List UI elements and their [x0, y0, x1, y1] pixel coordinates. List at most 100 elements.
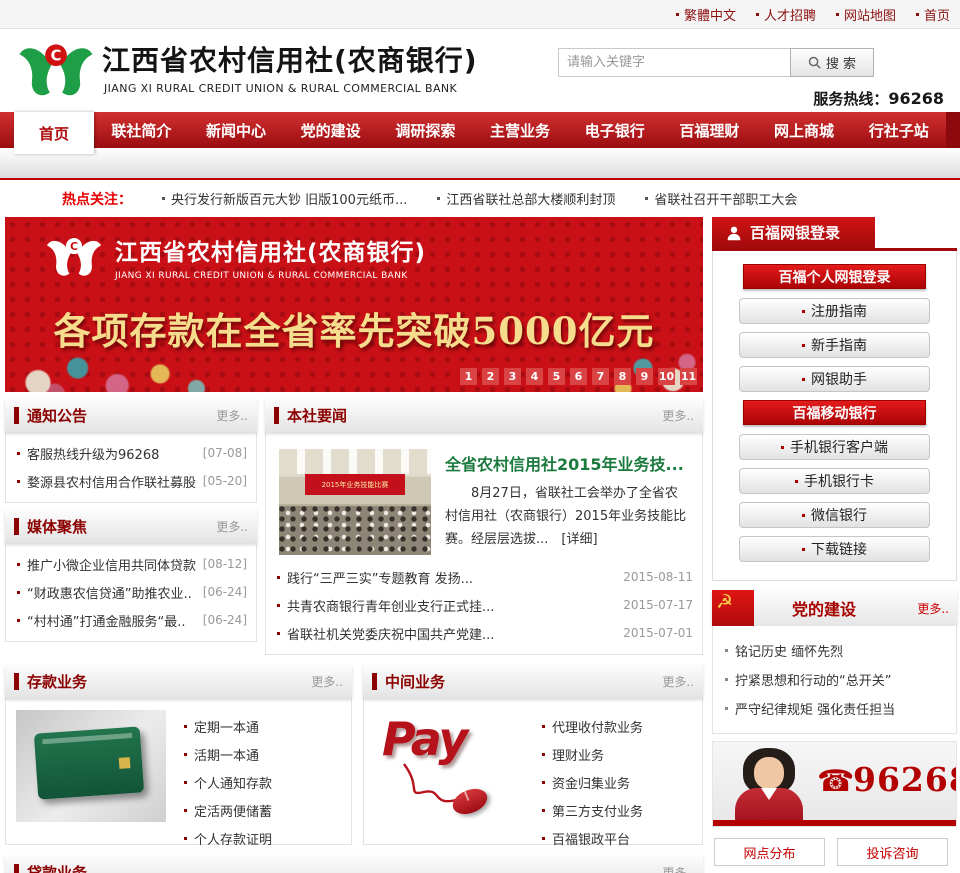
nav-item-about[interactable]: 联社简介 — [94, 112, 189, 148]
nav-item-home[interactable]: 首页 — [14, 112, 94, 154]
hot-topic-text: 江西省联社总部大楼顺利封顶 — [446, 193, 616, 208]
site-header: C 江西省农村信用社(农商银行) JIANG XI RURAL CREDIT U… — [0, 29, 960, 112]
item-text: 个人通知存款 — [194, 776, 273, 792]
section-bar-icon — [274, 406, 279, 424]
bullet-icon — [277, 603, 280, 607]
pager-dot[interactable]: 6 — [570, 368, 587, 385]
bank-logo-white-icon: C — [46, 238, 102, 276]
list-item[interactable]: “财政惠农信贷通”助推农业.. [06-24] — [15, 578, 247, 606]
media-more-link[interactable]: 更多.. — [216, 518, 248, 535]
list-item[interactable]: 共青农商银行青年创业支行正式挂... 2015-07-17 — [275, 591, 693, 619]
list-item[interactable]: 铭记历史 缅怀先烈 — [723, 636, 946, 665]
notice-more-link[interactable]: 更多.. — [216, 407, 248, 424]
pager-dot[interactable]: 1 — [460, 368, 477, 385]
pager-dot[interactable]: 2 — [482, 368, 499, 385]
list-item[interactable]: 推广小微企业信用共同体贷款 [08-12] — [15, 550, 247, 578]
party-more-link[interactable]: 更多.. — [917, 600, 957, 617]
detail-link[interactable]: [详细] — [561, 532, 597, 547]
pager-dot[interactable]: 9 — [636, 368, 653, 385]
search-button[interactable]: 搜 索 — [790, 48, 874, 77]
list-item[interactable]: 百福银政平台 — [540, 824, 692, 852]
bullet-icon — [437, 197, 441, 200]
pager-dot[interactable]: 10 — [658, 368, 675, 385]
banner-pagination: 1 2 3 4 5 6 7 8 9 10 11 — [460, 368, 697, 385]
bullet-icon — [184, 724, 187, 728]
hot-topic-link[interactable]: 江西省联社总部大楼顺利封顶 — [437, 189, 615, 208]
ebank-panel-body: 百福个人网银登录 注册指南 新手指南 网银助手 百福移动银行 手机银行客户端 手… — [712, 251, 957, 581]
bullet-icon — [802, 377, 805, 381]
pager-dot[interactable]: 8 — [614, 368, 631, 385]
toplink-home[interactable]: 首页 — [915, 5, 950, 24]
news-more-link[interactable]: 更多.. — [662, 407, 694, 424]
list-item[interactable]: 严守纪律规矩 强化责任担当 — [723, 694, 946, 723]
ebank-panel-title: 百福网银登录 — [750, 224, 841, 242]
nav-item-ebank[interactable]: 电子银行 — [567, 112, 662, 148]
list-item[interactable]: 省联社机关党委庆祝中国共产党建... 2015-07-01 — [275, 619, 693, 647]
beginner-guide-button[interactable]: 新手指南 — [739, 332, 930, 358]
wechat-bank-button[interactable]: 微信银行 — [739, 502, 930, 528]
hot-topic-link[interactable]: 央行发行新版百元大钞 旧版100元纸币... — [162, 189, 407, 208]
item-text: 百福银政平台 — [552, 832, 631, 848]
toplink-traditional-chinese[interactable]: 繁體中文 — [675, 5, 736, 24]
personal-ebank-login-button[interactable]: 百福个人网银登录 — [743, 264, 926, 289]
nav-endcap — [946, 112, 960, 148]
hero-banner[interactable]: C 江西省农村信用社(农商银行) JIANG XI RURAL CREDIT U… — [5, 217, 703, 392]
featured-news-title[interactable]: 全省农村信用社2015年业务技... — [445, 451, 689, 475]
mobile-bank-card-button[interactable]: 手机银行卡 — [739, 468, 930, 494]
pager-dot[interactable]: 11 — [680, 368, 697, 385]
download-links-button[interactable]: 下载链接 — [739, 536, 930, 562]
list-item[interactable]: “村村通”打通金融服务“最.. [06-24] — [15, 606, 247, 634]
pager-dot[interactable]: 3 — [504, 368, 521, 385]
pager-dot[interactable]: 5 — [548, 368, 565, 385]
list-item[interactable]: 客服热线升级为96268 [07-08] — [15, 439, 247, 467]
featured-news-body: 8月27日，省联社工会举办了全省农村信用社（农商银行）2015年业务技能比赛。经… — [445, 483, 689, 551]
button-label: 手机银行客户端 — [790, 440, 888, 456]
branch-locations-button[interactable]: 网点分布 — [714, 838, 825, 866]
mobile-bank-button[interactable]: 百福移动银行 — [743, 400, 926, 425]
search-bar: 搜 索 — [558, 48, 874, 77]
search-input[interactable] — [558, 48, 790, 77]
news-photo[interactable]: 2015年业务技能比赛 — [279, 449, 431, 555]
bullet-icon — [802, 547, 805, 551]
item-text: 理财业务 — [552, 748, 605, 764]
nav-item-main-business[interactable]: 主营业务 — [473, 112, 568, 148]
ebank-panel-header: 百福网银登录 — [712, 217, 875, 248]
register-guide-button[interactable]: 注册指南 — [739, 298, 930, 324]
media-section-header: 媒体聚焦 更多.. — [5, 509, 257, 543]
nav-item-branch-sites[interactable]: 行社子站 — [851, 112, 946, 148]
toplink-sitemap[interactable]: 网站地图 — [835, 5, 896, 24]
nav-item-online-mall[interactable]: 网上商城 — [757, 112, 852, 148]
intermediate-body: Pay 代理收付款业务 理财业务 资金归集业务 第三方支付业务 百福银政平台 — [363, 698, 703, 848]
deposit-more-link[interactable]: 更多.. — [311, 673, 343, 690]
hot-topic-text: 省联社召开干部职工大会 — [654, 193, 798, 208]
list-item[interactable]: 个人存款证明 — [182, 824, 341, 852]
list-item[interactable]: 代理收付款业务 — [540, 712, 692, 740]
list-item[interactable]: 婺源县农村信用合作联社募股.. [05-20] — [15, 467, 247, 495]
section-bar-icon — [14, 517, 19, 535]
list-item[interactable]: 理财业务 — [540, 740, 692, 768]
loan-more-link[interactable]: 更多.. — [662, 864, 694, 873]
list-item[interactable]: 定活两便储蓄 — [182, 796, 341, 824]
list-item[interactable]: 践行“三严三实”专题教育 发扬... 2015-08-11 — [275, 563, 693, 591]
list-item[interactable]: 第三方支付业务 — [540, 796, 692, 824]
nav-item-research[interactable]: 调研探索 — [378, 112, 473, 148]
hot-topic-link[interactable]: 省联社召开干部职工大会 — [645, 189, 797, 208]
mobile-bank-client-button[interactable]: 手机银行客户端 — [739, 434, 930, 460]
party-panel-header: ☭ 党的建设 更多.. — [712, 590, 957, 626]
pager-dot[interactable]: 4 — [526, 368, 543, 385]
list-item[interactable]: 资金归集业务 — [540, 768, 692, 796]
list-item[interactable]: 个人通知存款 — [182, 768, 341, 796]
ebank-assistant-button[interactable]: 网银助手 — [739, 366, 930, 392]
list-item[interactable]: 活期一本通 — [182, 740, 341, 768]
pager-dot[interactable]: 7 — [592, 368, 609, 385]
hot-topic-text: 央行发行新版百元大钞 旧版100元纸币... — [171, 193, 408, 208]
list-item[interactable]: 拧紧思想和行动的“总开关” — [723, 665, 946, 694]
party-panel-title: 党的建设 — [792, 600, 857, 619]
nav-item-baifu-wealth[interactable]: 百福理财 — [662, 112, 757, 148]
complaint-consult-button[interactable]: 投诉咨询 — [837, 838, 948, 866]
list-item[interactable]: 定期一本通 — [182, 712, 341, 740]
toplink-recruit[interactable]: 人才招聘 — [755, 5, 816, 24]
intermediate-more-link[interactable]: 更多.. — [662, 673, 694, 690]
nav-item-party-building[interactable]: 党的建设 — [283, 112, 378, 148]
nav-item-news-center[interactable]: 新闻中心 — [189, 112, 284, 148]
